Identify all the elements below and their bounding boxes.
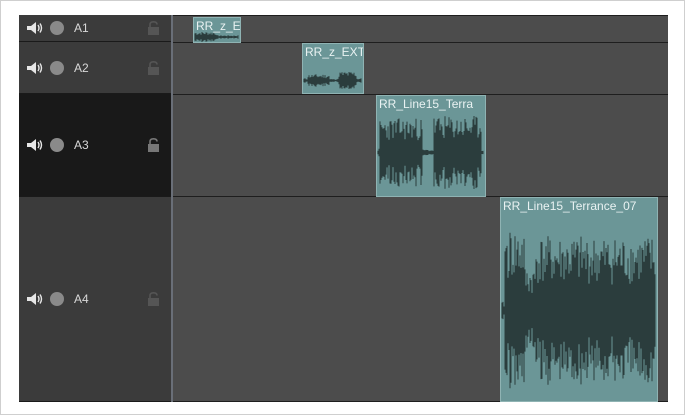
record-dot-icon[interactable] [50,21,64,35]
track-header-a2[interactable]: A2 [19,42,171,94]
clip-name: RR_Line15_Terra [379,97,474,111]
audio-clip[interactable]: RR_z_EXT [302,43,364,94]
audio-clip[interactable]: RR_Line15_Terra [376,95,486,197]
speaker-icon[interactable] [27,293,43,305]
unlock-icon[interactable] [146,61,162,75]
unlock-icon[interactable] [146,138,162,152]
track-label: A4 [74,292,89,306]
track-headers: A1 A2 A3 A4 [19,15,171,402]
record-dot-icon[interactable] [50,292,64,306]
waveform [501,232,656,389]
track-header-a3[interactable]: A3 [19,94,171,197]
clip-name: RR_Line15_Terrance_07 [503,199,637,213]
track-label: A1 [74,21,89,35]
track-header-a4[interactable]: A4 [19,197,171,402]
audio-track-editor: A1 A2 A3 A4 RR_z_E RR_z_EXT RR_Line15_Te… [19,15,668,402]
record-dot-icon[interactable] [50,138,64,152]
speaker-icon[interactable] [27,22,43,34]
window-frame: A1 A2 A3 A4 RR_z_E RR_z_EXT RR_Line15_Te… [0,0,685,415]
track-label: A2 [74,61,89,75]
record-dot-icon[interactable] [50,61,64,75]
speaker-icon[interactable] [27,62,43,74]
waveform [377,116,484,189]
track-header-a1[interactable]: A1 [19,15,171,42]
track-lane-a1[interactable] [173,15,668,43]
unlock-icon[interactable] [146,292,162,306]
unlock-icon[interactable] [146,21,162,35]
clip-name: RR_z_E [196,19,241,33]
timeline-area[interactable]: RR_z_E RR_z_EXT RR_Line15_Terra RR_Line1… [173,15,668,402]
clip-name: RR_z_EXT [305,45,364,59]
speaker-icon[interactable] [27,139,43,151]
audio-clip[interactable]: RR_Line15_Terrance_07 [500,197,658,402]
track-lane-a2[interactable] [173,43,668,95]
audio-clip[interactable]: RR_z_E [193,17,241,43]
track-label: A3 [74,138,89,152]
